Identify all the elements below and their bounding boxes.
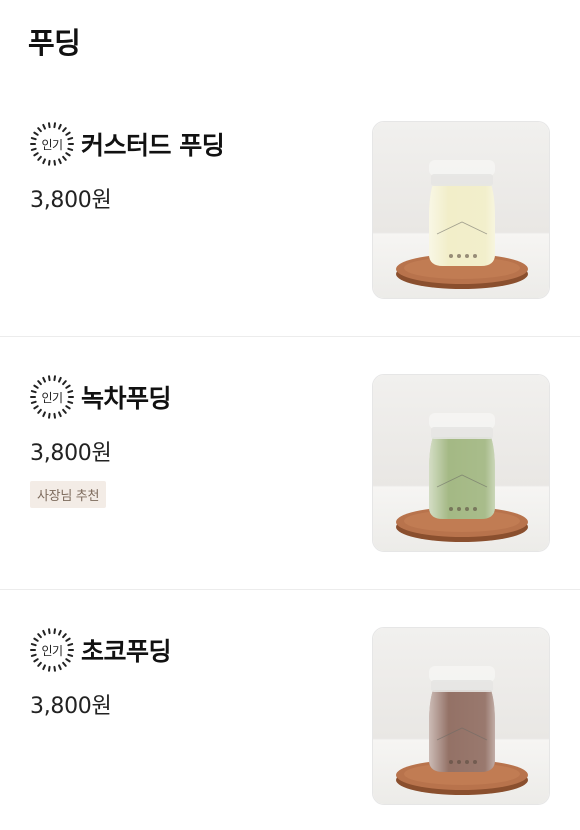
item-price: 3,800원 (30, 694, 112, 719)
chocolate-pudding-jar-icon (373, 628, 549, 804)
popular-badge: 인기 (29, 627, 75, 673)
item-name: 커스터드 푸딩 (81, 131, 225, 160)
item-image[interactable] (372, 627, 550, 805)
menu-item-green-tea-pudding[interactable]: 인기 녹차푸딩 3,800원 사장님 추천 (0, 337, 580, 590)
menu-item-choco-pudding[interactable]: 인기 초코푸딩 3,800원 (0, 590, 580, 830)
green-tea-pudding-jar-icon (373, 375, 549, 551)
custard-pudding-jar-icon (373, 122, 549, 298)
menu-item-custard-pudding[interactable]: 인기 커스터드 푸딩 3,800원 (0, 84, 580, 337)
category-title: 푸딩 (28, 26, 81, 60)
item-name: 녹차푸딩 (81, 384, 172, 413)
item-name: 초코푸딩 (81, 637, 172, 666)
item-price: 3,800원 (30, 441, 112, 466)
item-image[interactable] (372, 374, 550, 552)
item-image[interactable] (372, 121, 550, 299)
item-price: 3,800원 (30, 188, 112, 213)
owner-recommend-tag: 사장님 추천 (30, 481, 107, 508)
popular-badge: 인기 (29, 374, 75, 420)
popular-badge: 인기 (29, 121, 75, 167)
